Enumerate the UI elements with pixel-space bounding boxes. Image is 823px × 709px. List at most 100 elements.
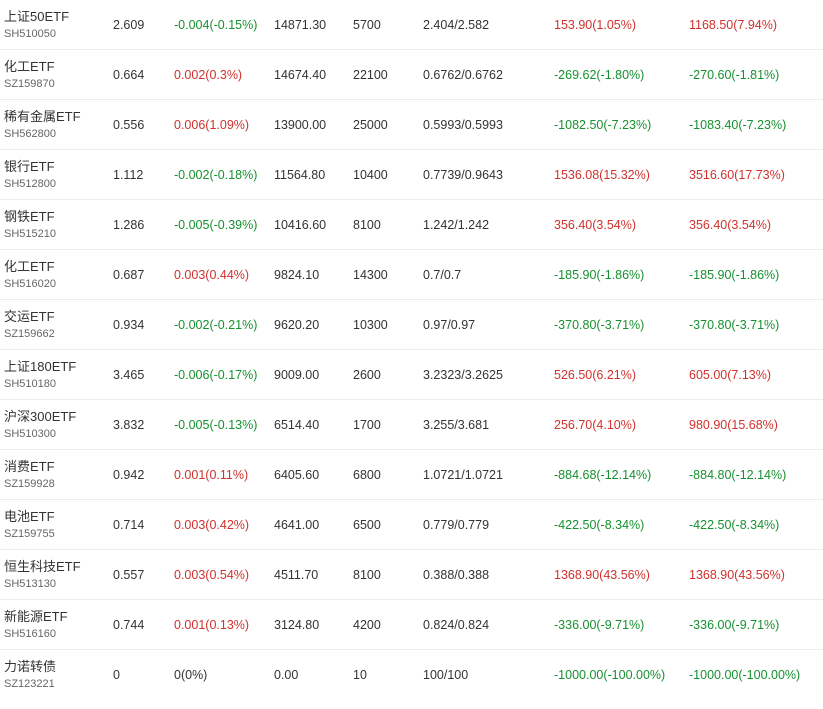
price-cell: 0 bbox=[113, 667, 120, 682]
quantity-cell: 10300 bbox=[351, 299, 421, 350]
security-name[interactable]: 上证50ETF bbox=[4, 8, 110, 25]
security-code: SH562800 bbox=[4, 127, 56, 140]
cost-cell: 1.242/1.242 bbox=[421, 199, 549, 250]
security-name[interactable]: 化工ETF bbox=[4, 258, 110, 275]
security-cell: 稀有金属ETF SH562800 bbox=[0, 99, 110, 150]
profit-loss-cell: 526.50(6.21%) bbox=[549, 349, 687, 400]
market-value-cell: 11564.80 bbox=[272, 149, 351, 200]
cost-cell: 100/100 bbox=[423, 667, 469, 682]
total-profit-loss-cell: 605.00(7.13%) bbox=[687, 349, 823, 400]
table-row[interactable]: 消费ETF SZ159928 0.942 0.001(0.11%) 6405.60 680… bbox=[0, 449, 823, 500]
table-row[interactable]: 稀有金属ETF SH562800 0.556 0.006(1.09%) 13900.00… bbox=[0, 99, 823, 150]
profit-loss-cell: 153.90(1.05%) bbox=[549, 0, 687, 50]
profit-loss-cell: 1536.08(15.32%) bbox=[549, 149, 687, 200]
cost-cell: 0.779/0.779 bbox=[421, 499, 549, 550]
security-code: SH510180 bbox=[4, 377, 56, 390]
cost-cell: 0.97/0.97 bbox=[421, 299, 549, 350]
profit-loss-cell: -884.68(-12.14%) bbox=[549, 449, 687, 500]
table-row[interactable]: 化工ETF SZ159870 0.664 0.002(0.3%) 14674.40 221… bbox=[0, 49, 823, 100]
price-cell: 0.664 bbox=[110, 49, 172, 100]
total-profit-loss-cell: -185.90(-1.86%) bbox=[687, 249, 823, 300]
security-code: SH510300 bbox=[4, 427, 56, 440]
security-name[interactable]: 钢铁ETF bbox=[4, 208, 110, 225]
change-cell: 0.002(0.3%) bbox=[172, 49, 272, 100]
security-code: SZ159755 bbox=[4, 527, 55, 540]
market-value-cell: 9009.00 bbox=[272, 349, 351, 400]
market-value-cell: 6514.40 bbox=[272, 399, 351, 450]
security-code: SH513130 bbox=[4, 577, 56, 590]
security-cell: 新能源ETF SH516160 bbox=[0, 599, 110, 650]
table-row[interactable]: 恒生科技ETF SH513130 0.557 0.003(0.54%) 4511.70 8… bbox=[0, 549, 823, 600]
quantity-cell: 8100 bbox=[351, 549, 421, 600]
security-cell: 力诺转债 SZ123221 bbox=[0, 650, 110, 700]
total-profit-loss-cell: -422.50(-8.34%) bbox=[687, 499, 823, 550]
security-name[interactable]: 上证180ETF bbox=[4, 358, 110, 375]
price-cell: 0.942 bbox=[110, 449, 172, 500]
market-value-cell: 6405.60 bbox=[272, 449, 351, 500]
market-value-cell: 4511.70 bbox=[272, 549, 351, 600]
cost-cell: 3.2323/3.2625 bbox=[421, 349, 549, 400]
security-cell: 沪深300ETF SH510300 bbox=[0, 399, 110, 450]
total-profit-loss-cell: -336.00(-9.71%) bbox=[687, 599, 823, 650]
quantity-cell: 6500 bbox=[351, 499, 421, 550]
profit-loss-cell: -370.80(-3.71%) bbox=[549, 299, 687, 350]
cost-cell: 1.0721/1.0721 bbox=[421, 449, 549, 500]
profit-loss-cell: 1368.90(43.56%) bbox=[549, 549, 687, 600]
profit-loss-cell: -1082.50(-7.23%) bbox=[549, 99, 687, 150]
security-cell: 上证180ETF SH510180 bbox=[0, 349, 110, 400]
cost-cell: 0.388/0.388 bbox=[421, 549, 549, 600]
security-name[interactable]: 沪深300ETF bbox=[4, 408, 110, 425]
security-name[interactable]: 电池ETF bbox=[4, 508, 110, 525]
price-cell: 0.556 bbox=[110, 99, 172, 150]
security-code: SH512800 bbox=[4, 177, 56, 190]
table-row[interactable]: 钢铁ETF SH515210 1.286 -0.005(-0.39%) 10416.60… bbox=[0, 199, 823, 250]
security-code: SZ159662 bbox=[4, 327, 55, 340]
quantity-cell: 10400 bbox=[351, 149, 421, 200]
cost-cell: 0.7/0.7 bbox=[421, 249, 549, 300]
security-cell: 钢铁ETF SH515210 bbox=[0, 199, 110, 250]
quantity-cell: 22100 bbox=[351, 49, 421, 100]
security-name[interactable]: 交运ETF bbox=[4, 308, 110, 325]
total-profit-loss-cell: -270.60(-1.81%) bbox=[687, 49, 823, 100]
security-code: SZ123221 bbox=[4, 677, 55, 690]
table-row[interactable]: 上证180ETF SH510180 3.465 -0.006(-0.17%) 9009.… bbox=[0, 349, 823, 400]
security-cell: 化工ETF SH516020 bbox=[0, 249, 110, 300]
table-row[interactable]: 新能源ETF SH516160 0.744 0.001(0.13%) 3124.80 42… bbox=[0, 599, 823, 650]
cost-cell: 3.255/3.681 bbox=[421, 399, 549, 450]
security-name[interactable]: 力诺转债 bbox=[4, 658, 110, 675]
price-cell: 0.687 bbox=[110, 249, 172, 300]
market-value-cell: 0.00 bbox=[274, 667, 299, 682]
cost-cell: 0.6762/0.6762 bbox=[421, 49, 549, 100]
security-name[interactable]: 银行ETF bbox=[4, 158, 110, 175]
table-row[interactable]: 沪深300ETF SH510300 3.832 -0.005(-0.13%) 6514.… bbox=[0, 399, 823, 450]
change-cell: 0(0%) bbox=[174, 667, 208, 682]
quantity-cell: 1700 bbox=[351, 399, 421, 450]
table-row[interactable]: 化工ETF SH516020 0.687 0.003(0.44%) 9824.10 143… bbox=[0, 249, 823, 300]
security-name[interactable]: 消费ETF bbox=[4, 458, 110, 475]
table-row[interactable]: 银行ETF SH512800 1.112 -0.002(-0.18%) 11564.80… bbox=[0, 149, 823, 200]
quantity-cell: 25000 bbox=[351, 99, 421, 150]
total-profit-loss-cell: 3516.60(17.73%) bbox=[687, 149, 823, 200]
security-name[interactable]: 恒生科技ETF bbox=[4, 558, 110, 575]
security-cell: 化工ETF SZ159870 bbox=[0, 49, 110, 100]
profit-loss-cell: -336.00(-9.71%) bbox=[549, 599, 687, 650]
change-cell: -0.002(-0.21%) bbox=[172, 299, 272, 350]
table-row[interactable]: 上证50ETF SH510050 2.609 -0.004(-0.15%) 14871.… bbox=[0, 0, 823, 50]
security-name[interactable]: 新能源ETF bbox=[4, 608, 110, 625]
total-profit-loss-cell: 980.90(15.68%) bbox=[687, 399, 823, 450]
price-cell: 1.286 bbox=[110, 199, 172, 250]
change-cell: -0.002(-0.18%) bbox=[172, 149, 272, 200]
price-cell: 0.714 bbox=[110, 499, 172, 550]
change-cell: 0.003(0.44%) bbox=[172, 249, 272, 300]
table-row[interactable]: 交运ETF SZ159662 0.934 -0.002(-0.21%) 9620.20 1… bbox=[0, 299, 823, 350]
profit-loss-cell: -1000.00(-100.00%) bbox=[554, 667, 666, 682]
table-row[interactable]: 力诺转债 SZ123221 0 0(0%) 0.00 10 100/100 -1000.00(… bbox=[0, 650, 823, 700]
cost-cell: 2.404/2.582 bbox=[421, 0, 549, 50]
price-cell: 0.557 bbox=[110, 549, 172, 600]
security-code: SZ159928 bbox=[4, 477, 55, 490]
security-name[interactable]: 化工ETF bbox=[4, 58, 110, 75]
table-row[interactable]: 电池ETF SZ159755 0.714 0.003(0.42%) 4641.00 650… bbox=[0, 499, 823, 550]
quantity-cell: 14300 bbox=[351, 249, 421, 300]
change-cell: 0.003(0.54%) bbox=[172, 549, 272, 600]
security-name[interactable]: 稀有金属ETF bbox=[4, 108, 110, 125]
